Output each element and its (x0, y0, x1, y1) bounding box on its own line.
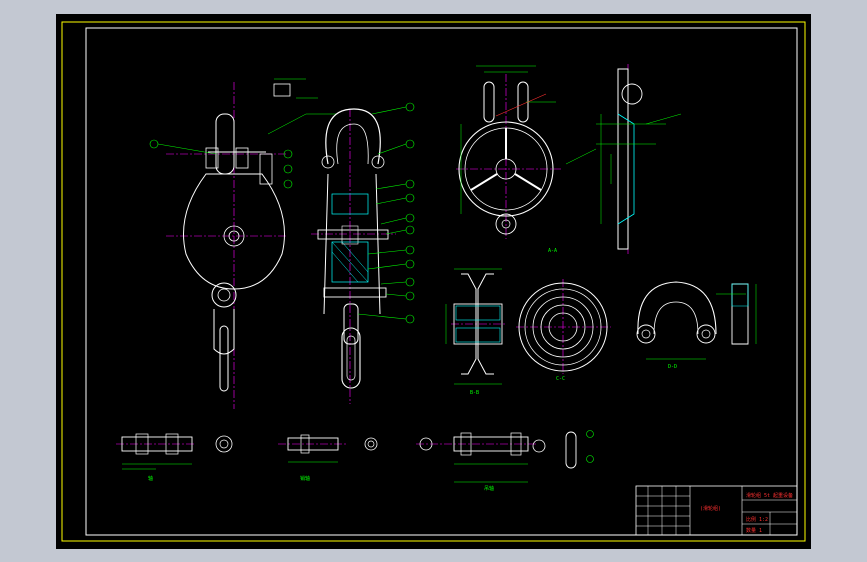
label-shaft-3: 吊轴 (484, 485, 494, 492)
side-view (456, 65, 561, 239)
section-view (311, 102, 415, 404)
hook-detail-view (636, 281, 757, 360)
label-shaft-1: 轴 (148, 475, 153, 482)
cad-drawing: (滑轮组) 滑轮组 5t 起重设备 比例 1:2 数量 1 A-A B-B C-… (61, 21, 806, 542)
drawing-sheet: (滑轮组) 滑轮组 5t 起重设备 比例 1:2 数量 1 A-A B-B C-… (56, 14, 811, 549)
label-shaft-2: 销轴 (300, 475, 310, 482)
pulley-section-view (445, 268, 506, 385)
shaft-detail-3 (416, 430, 594, 483)
title-block: (滑轮组) 滑轮组 5t 起重设备 比例 1:2 数量 1 (635, 485, 798, 536)
label-side-view: A-A (548, 248, 557, 254)
outer-frame (61, 21, 806, 542)
inner-frame (85, 27, 798, 536)
scale-row: 比例 1:2 (746, 516, 768, 523)
pulley-face-view (516, 279, 611, 374)
front-view (149, 78, 336, 409)
quantity-row: 数量 1 (746, 527, 762, 534)
shaft-detail-1 (116, 433, 233, 470)
shaft-detail-2 (278, 434, 378, 463)
spec-line: 滑轮组 5t 起重设备 (746, 492, 793, 499)
label-pulley-face: C-C (556, 376, 565, 382)
part-name: (滑轮组) (700, 505, 721, 512)
side-section-view (565, 64, 682, 254)
label-pulley-section: B-B (470, 390, 479, 396)
label-hook-detail: D-D (668, 364, 677, 370)
